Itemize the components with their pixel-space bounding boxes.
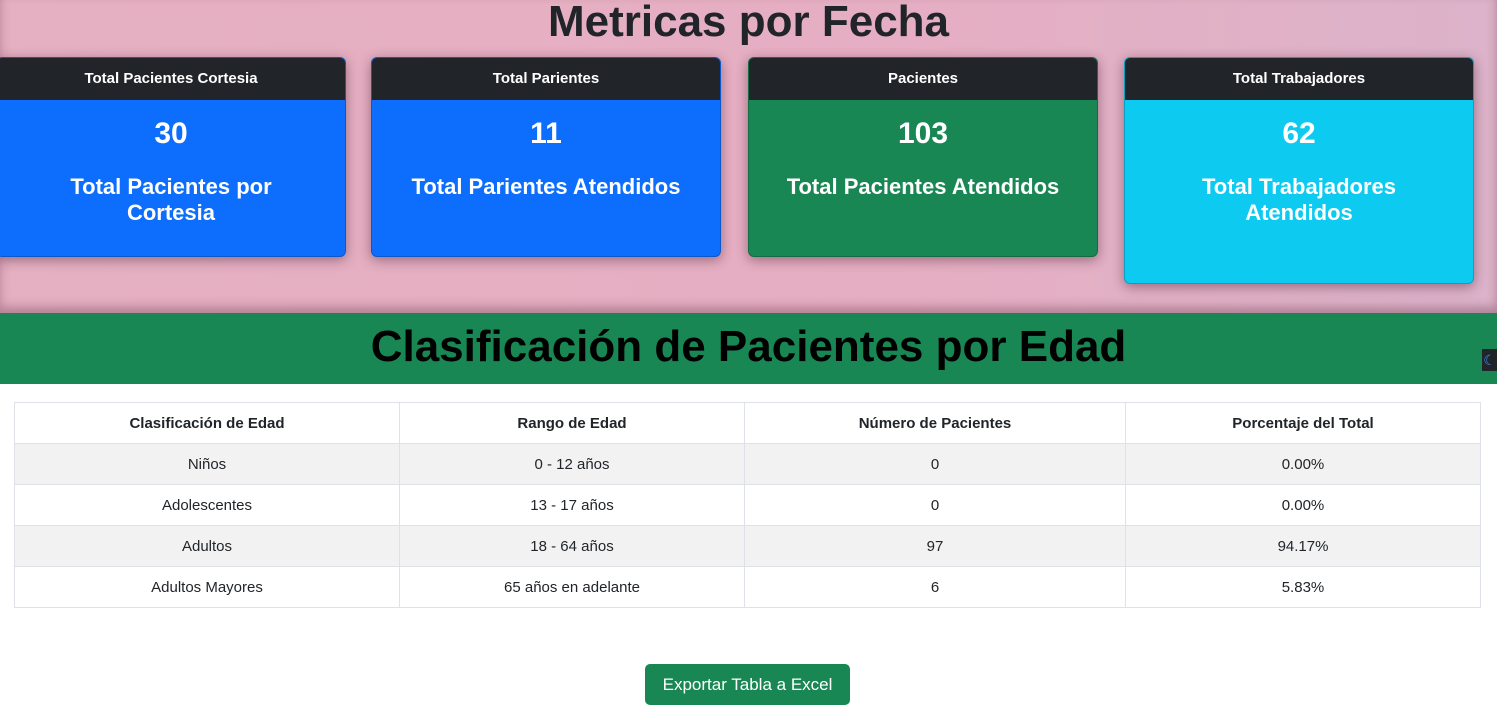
table-cell: 5.83%: [1125, 566, 1481, 608]
card-value: 103: [897, 117, 949, 150]
table-cell: Adultos: [14, 525, 400, 567]
card-body: 30 Total Pacientes por Cortesia: [0, 100, 345, 256]
card-header: Total Parientes: [372, 58, 720, 100]
classification-table-container: Clasificación de Edad Rango de Edad Núme…: [14, 402, 1481, 608]
table-cell: 65 años en adelante: [399, 566, 745, 608]
card-header: Total Trabajadores: [1125, 58, 1473, 100]
card-header: Total Pacientes Cortesia: [0, 58, 345, 100]
table-cell: Adultos Mayores: [14, 566, 400, 608]
table-cell: Adolescentes: [14, 484, 400, 526]
card-body: 62 Total Trabajadores Atendidos: [1125, 100, 1473, 283]
card-value: 62: [1282, 117, 1316, 150]
table-cell: 97: [744, 525, 1126, 567]
moon-icon: ☾: [1483, 352, 1496, 368]
table-cell: 0: [744, 443, 1126, 485]
theme-toggle-button[interactable]: ☾: [1482, 349, 1497, 371]
card-header: Pacientes: [749, 58, 1097, 100]
table-cell: 18 - 64 años: [399, 525, 745, 567]
table-row: Adultos Mayores 65 años en adelante 6 5.…: [14, 566, 1481, 608]
card-body: 11 Total Parientes Atendidos: [372, 100, 720, 256]
classification-banner: Clasificación de Pacientes por Edad ☾: [0, 313, 1497, 384]
card-pacientes: Pacientes 103 Total Pacientes Atendidos: [748, 57, 1098, 257]
card-total-pacientes-cortesia: Total Pacientes Cortesia 30 Total Pacien…: [0, 57, 346, 257]
classification-table: Clasificación de Edad Rango de Edad Núme…: [14, 402, 1481, 608]
table-cell: 0 - 12 años: [399, 443, 745, 485]
card-description: Total Trabajadores Atendidos: [1202, 174, 1396, 225]
column-header: Rango de Edad: [399, 402, 745, 444]
table-cell: 13 - 17 años: [399, 484, 745, 526]
export-excel-button[interactable]: Exportar Tabla a Excel: [645, 664, 850, 705]
table-row: Niños 0 - 12 años 0 0.00%: [14, 443, 1481, 485]
table-cell: 0.00%: [1125, 484, 1481, 526]
table-cell: Niños: [14, 443, 400, 485]
table-row: Adultos 18 - 64 años 97 94.17%: [14, 525, 1481, 567]
card-value: 11: [530, 117, 562, 150]
table-row: Adolescentes 13 - 17 años 0 0.00%: [14, 484, 1481, 526]
metrics-section: Metricas por Fecha Total Pacientes Corte…: [0, 0, 1497, 313]
table-cell: 0.00%: [1125, 443, 1481, 485]
card-value: 30: [154, 117, 188, 150]
classification-title: Clasificación de Pacientes por Edad: [370, 322, 1127, 371]
column-header: Porcentaje del Total: [1125, 402, 1481, 444]
page-title: Metricas por Fecha: [547, 0, 950, 46]
card-description: Total Pacientes por Cortesia: [70, 174, 272, 225]
column-header: Número de Pacientes: [744, 402, 1126, 444]
card-total-parientes: Total Parientes 11 Total Parientes Atend…: [371, 57, 721, 257]
table-cell: 6: [744, 566, 1126, 608]
table-cell: 94.17%: [1125, 525, 1481, 567]
card-total-trabajadores: Total Trabajadores 62 Total Trabajadores…: [1124, 57, 1474, 284]
card-body: 103 Total Pacientes Atendidos: [749, 100, 1097, 256]
table-header-row: Clasificación de Edad Rango de Edad Núme…: [14, 402, 1481, 444]
card-description: Total Pacientes Atendidos: [786, 174, 1060, 199]
column-header: Clasificación de Edad: [14, 402, 400, 444]
table-cell: 0: [744, 484, 1126, 526]
card-description: Total Parientes Atendidos: [411, 174, 681, 199]
